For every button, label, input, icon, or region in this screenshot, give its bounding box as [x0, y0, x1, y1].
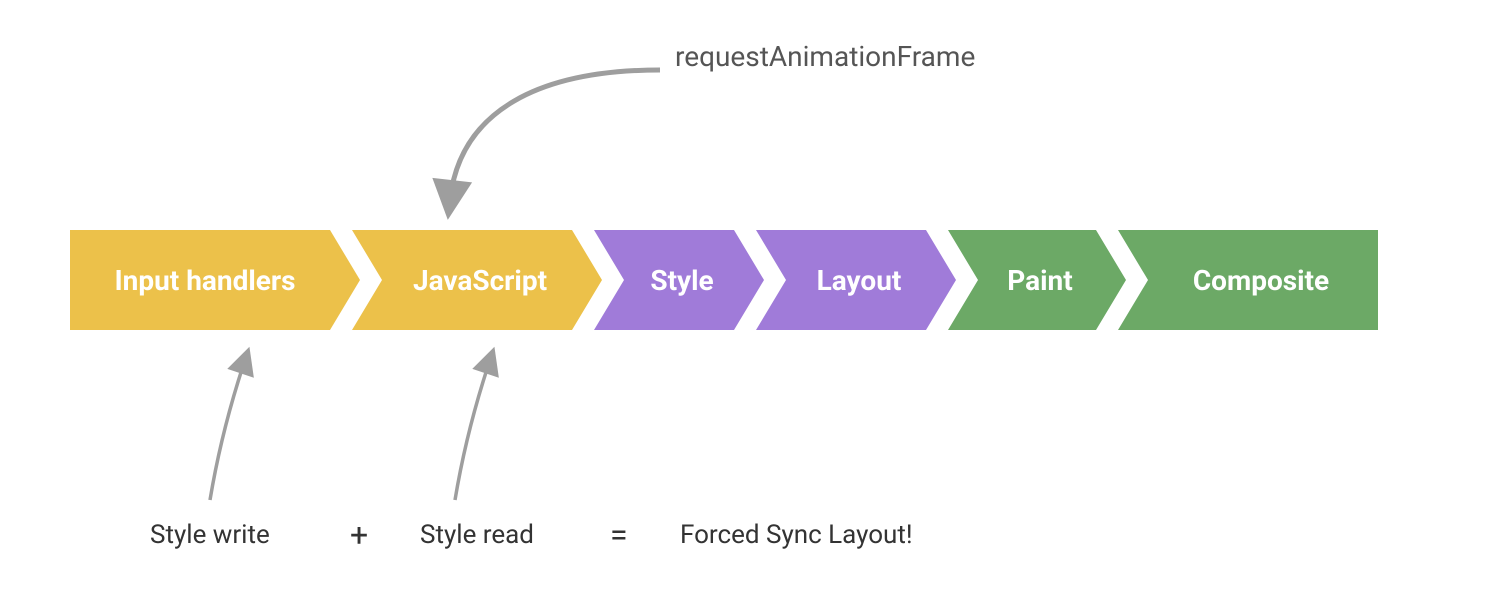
stage-style: Style [594, 230, 764, 330]
stage-layout: Layout [756, 230, 956, 330]
stage-javascript: JavaScript [352, 230, 602, 330]
bottom-operator-equals: = [610, 516, 628, 554]
bottom-label-style-read: Style read [420, 520, 534, 550]
top-arrow-icon [430, 60, 690, 220]
bottom-operator-plus: + [350, 516, 368, 554]
stage-composite: Composite [1118, 230, 1378, 330]
bottom-label-result: Forced Sync Layout! [680, 520, 913, 550]
pipeline-row: Input handlers JavaScript Style Layout P… [70, 230, 1370, 330]
stage-input-handlers: Input handlers [70, 230, 360, 330]
bottom-arrow-left-icon [200, 350, 300, 510]
top-annotation-label: requestAnimationFrame [675, 40, 975, 73]
bottom-arrow-right-icon [445, 350, 545, 510]
stage-paint: Paint [948, 230, 1126, 330]
bottom-label-style-write: Style write [150, 520, 270, 550]
